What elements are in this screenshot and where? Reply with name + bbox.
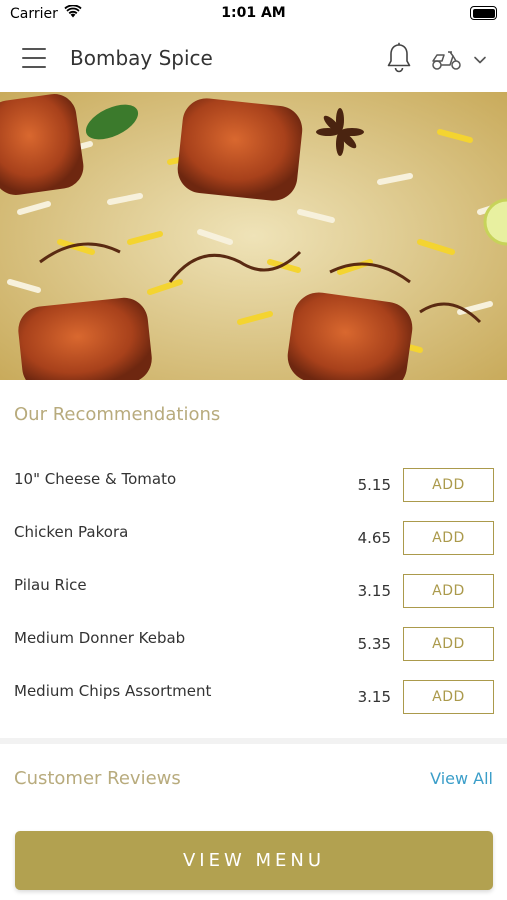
hero-food-image bbox=[0, 92, 507, 380]
list-item: 10" Cheese & Tomato 5.15 ADD bbox=[0, 456, 507, 509]
item-name: Medium Chips Assortment bbox=[14, 682, 212, 700]
item-name: Chicken Pakora bbox=[14, 523, 129, 541]
bell-icon[interactable] bbox=[384, 42, 414, 74]
item-name: Medium Donner Kebab bbox=[14, 629, 186, 647]
item-name: 10" Cheese & Tomato bbox=[14, 470, 177, 488]
section-divider bbox=[0, 738, 507, 744]
status-bar: Carrier 1:01 AM bbox=[0, 0, 507, 28]
recommendations-list: 10" Cheese & Tomato 5.15 ADD Chicken Pak… bbox=[0, 456, 507, 721]
view-menu-button[interactable]: VIEW MENU bbox=[15, 831, 493, 890]
chevron-down-icon[interactable] bbox=[472, 52, 488, 66]
restaurant-home-screen: Carrier 1:01 AM Bombay Spice Our Recomme… bbox=[0, 0, 507, 900]
item-price: 4.65 bbox=[357, 529, 391, 547]
item-price: 3.15 bbox=[357, 688, 391, 706]
add-button[interactable]: ADD bbox=[403, 627, 494, 661]
item-price: 3.15 bbox=[357, 582, 391, 600]
item-price: 5.15 bbox=[357, 476, 391, 494]
list-item: Medium Donner Kebab 5.35 ADD bbox=[0, 615, 507, 668]
list-item: Pilau Rice 3.15 ADD bbox=[0, 562, 507, 615]
reviews-title: Customer Reviews bbox=[14, 768, 181, 789]
recommendations-title: Our Recommendations bbox=[14, 404, 221, 425]
item-price: 5.35 bbox=[357, 635, 391, 653]
scooter-icon[interactable] bbox=[430, 44, 464, 74]
view-all-reviews-link[interactable]: View All bbox=[430, 769, 493, 788]
add-button[interactable]: ADD bbox=[403, 680, 494, 714]
item-name: Pilau Rice bbox=[14, 576, 87, 594]
menu-icon[interactable] bbox=[22, 48, 48, 70]
status-time: 1:01 AM bbox=[221, 5, 286, 21]
list-item: Chicken Pakora 4.65 ADD bbox=[0, 509, 507, 562]
app-header: Bombay Spice bbox=[0, 28, 507, 92]
restaurant-name: Bombay Spice bbox=[70, 46, 213, 70]
add-button[interactable]: ADD bbox=[403, 468, 494, 502]
battery-icon bbox=[470, 6, 497, 20]
add-button[interactable]: ADD bbox=[403, 521, 494, 555]
add-button[interactable]: ADD bbox=[403, 574, 494, 608]
list-item: Medium Chips Assortment 3.15 ADD bbox=[0, 668, 507, 721]
